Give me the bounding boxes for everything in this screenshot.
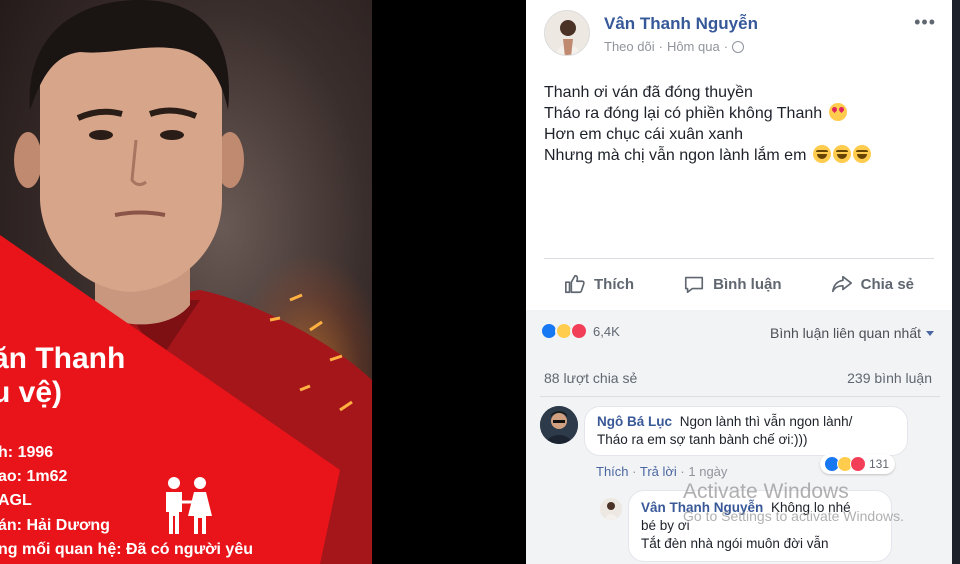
- replier-avatar[interactable]: [600, 498, 622, 520]
- info-club: AGL: [0, 492, 32, 509]
- commenter-name[interactable]: Ngô Bá Lục: [597, 414, 672, 429]
- reaction-summary[interactable]: 6,4K: [540, 322, 620, 340]
- info-hometown: án: Hải Dương: [0, 517, 110, 534]
- comment-text: Ngon lành thì vẫn ngon lành/: [679, 414, 853, 429]
- comment-text: Tháo ra em sợ tanh bành chế ơi:))): [597, 432, 808, 447]
- caret-down-icon: [926, 330, 934, 336]
- promo-image: ăn Thanh u vệ) h: 1996 ao: 1m62 AGL án: …: [0, 0, 372, 564]
- comment-sort-dropdown[interactable]: Bình luận liên quan nhất: [770, 325, 934, 341]
- share-count[interactable]: 88 lượt chia sẻ: [544, 370, 637, 386]
- comment-reply-link[interactable]: Trả lời: [640, 464, 677, 479]
- player-name: ăn Thanh: [0, 342, 126, 375]
- info-height: ao: 1m62: [0, 468, 68, 485]
- comment-count[interactable]: 239 bình luận: [847, 370, 932, 386]
- comment-actions: Thích · Trả lời · 1 ngày: [596, 464, 728, 479]
- player-position: u vệ): [0, 376, 63, 409]
- reaction-count: 6,4K: [593, 323, 620, 339]
- info-relationship: ng mối quan hệ: Đã có người yêu: [0, 541, 253, 558]
- page-edge: [952, 0, 960, 564]
- commenter-avatar[interactable]: [540, 406, 578, 444]
- windows-activation-watermark: Activate Windows Go to Settings to activ…: [683, 480, 904, 524]
- love-reaction-icon: [570, 322, 588, 340]
- comment-like-link[interactable]: Thích: [596, 464, 629, 479]
- reply-text: Tắt đèn nhà ngói muôn đời vẫn: [641, 536, 829, 551]
- backdrop: [372, 0, 526, 564]
- love-reaction-icon: [850, 456, 866, 472]
- comment-reaction-count: 131: [869, 457, 890, 471]
- comment-bubble: Ngô Bá Lục Ngon lành thì vẫn ngon lành/ …: [584, 406, 908, 456]
- divider: [540, 396, 940, 397]
- comment-reactions[interactable]: 131: [820, 454, 896, 474]
- comment-time[interactable]: 1 ngày: [688, 464, 727, 479]
- info-birth: h: 1996: [0, 444, 54, 461]
- couple-icon: [166, 477, 212, 534]
